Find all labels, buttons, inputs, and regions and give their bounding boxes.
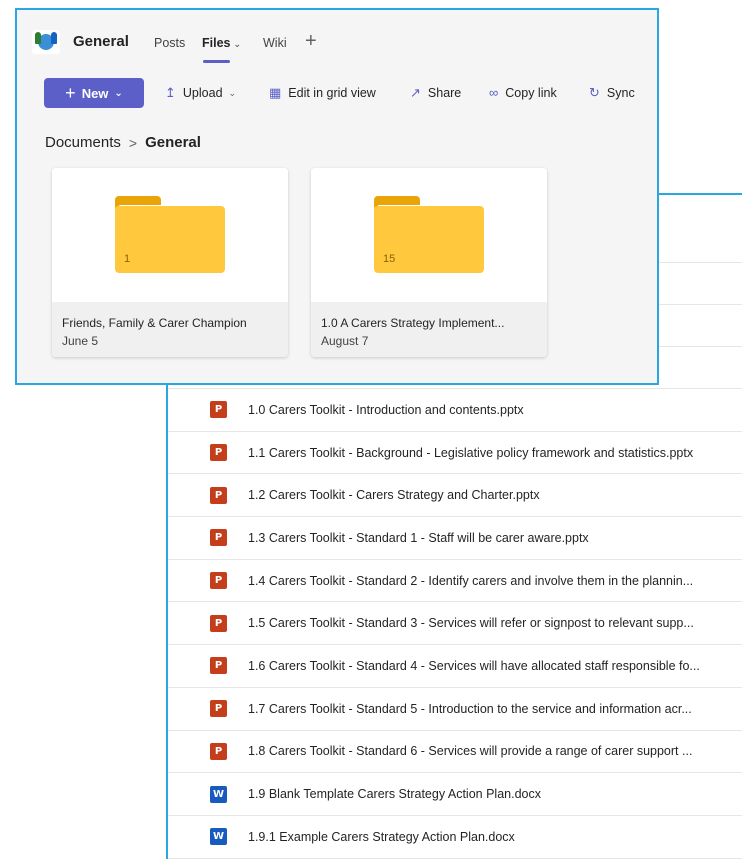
tab-files[interactable]: Files ⌄ — [202, 36, 241, 50]
powerpoint-icon: P — [210, 401, 230, 419]
file-row[interactable]: P 1.2 Carers Toolkit - Carers Strategy an… — [168, 474, 742, 518]
command-bar: + New ⌄ ↥ Upload ⌄ ▦ Edit in grid view ↗… — [17, 78, 657, 110]
breadcrumb-documents[interactable]: Documents — [45, 134, 121, 151]
file-name: 1.5 Carers Toolkit - Standard 3 - Servic… — [248, 616, 694, 631]
folder-name: Friends, Family & Carer Champion — [62, 316, 247, 330]
copy-link-label: Copy link — [505, 85, 557, 100]
file-name: 1.2 Carers Toolkit - Carers Strategy and… — [248, 488, 540, 503]
folder-name: 1.0 A Carers Strategy Implement... — [321, 316, 505, 330]
file-row[interactable]: P 1.8 Carers Toolkit - Standard 6 - Servi… — [168, 731, 742, 774]
file-name: 1.1 Carers Toolkit - Background - Legisl… — [248, 445, 694, 460]
new-button-label: New — [81, 85, 109, 101]
powerpoint-icon: P — [210, 700, 230, 718]
folder-item-count: 1 — [124, 253, 131, 265]
folder-icon: 15 — [374, 196, 484, 273]
upload-label: Upload — [182, 86, 223, 100]
folder-icon: 1 — [115, 196, 225, 273]
sync-icon: ↻ — [589, 85, 600, 100]
upload-button[interactable]: ↥ Upload ⌄ — [165, 85, 236, 101]
edit-grid-view-button[interactable]: ▦ Edit in grid view — [269, 85, 376, 101]
file-row[interactable]: P 1.1 Carers Toolkit - Background - Legis… — [168, 432, 742, 475]
share-label: Share — [427, 86, 462, 100]
grid-icon: ▦ — [269, 85, 282, 100]
powerpoint-icon: P — [210, 742, 230, 760]
powerpoint-icon: P — [210, 486, 230, 504]
breadcrumb: Documents > General — [45, 134, 201, 151]
file-name: 1.9.1 Example Carers Strategy Action Pla… — [248, 829, 515, 844]
word-icon: W — [210, 828, 230, 846]
powerpoint-icon: P — [210, 614, 230, 632]
file-name: 1.6 Carers Toolkit - Standard 4 - Servic… — [248, 658, 700, 673]
chevron-down-icon: ⌄ — [114, 87, 123, 99]
folder-thumbnail: 15 — [311, 168, 547, 302]
chevron-right-icon: > — [128, 134, 138, 151]
channel-panel: General Posts Files ⌄ Wiki + + New ⌄ ↥ Up… — [15, 8, 659, 385]
sync-button[interactable]: ↻ Sync — [589, 85, 635, 101]
file-row[interactable]: P 1.5 Carers Toolkit - Standard 3 - Servi… — [168, 602, 742, 646]
sync-label: Sync — [606, 86, 635, 100]
tab-wiki[interactable]: Wiki — [263, 36, 287, 50]
folder-card[interactable]: 15 1.0 A Carers Strategy Implement... Au… — [311, 168, 547, 357]
chevron-down-icon: ⌄ — [228, 87, 237, 98]
powerpoint-icon: P — [210, 572, 230, 590]
tab-posts[interactable]: Posts — [154, 36, 185, 50]
active-tab-indicator — [203, 60, 230, 63]
folder-thumbnail: 1 — [52, 168, 288, 302]
file-row[interactable]: W 1.9 Blank Template Carers Strategy Acti… — [168, 773, 742, 816]
file-row[interactable]: P 1.4 Carers Toolkit - Standard 2 - Ident… — [168, 560, 742, 603]
powerpoint-icon: P — [210, 444, 230, 462]
file-row[interactable]: P 1.6 Carers Toolkit - Standard 4 - Servi… — [168, 645, 742, 688]
file-name: 1.9 Blank Template Carers Strategy Actio… — [248, 787, 541, 802]
new-button[interactable]: + New ⌄ — [44, 78, 144, 108]
file-row[interactable]: P 1.7 Carers Toolkit - Standard 5 - Intro… — [168, 688, 742, 731]
add-tab-plus-icon[interactable]: + — [305, 30, 317, 53]
file-name: 1.0 Carers Toolkit - Introduction and co… — [248, 402, 524, 417]
channel-header: General Posts Files ⌄ Wiki + — [17, 10, 657, 70]
file-name: 1.4 Carers Toolkit - Standard 2 - Identi… — [248, 573, 694, 588]
share-icon: ↗ — [410, 85, 421, 100]
file-row[interactable]: P 1.0 Carers Toolkit - Introduction and c… — [168, 389, 742, 432]
breadcrumb-current: General — [145, 134, 201, 151]
file-name: 1.8 Carers Toolkit - Standard 6 - Servic… — [248, 744, 693, 759]
share-button[interactable]: ↗ Share — [410, 85, 461, 101]
file-name: 1.3 Carers Toolkit - Standard 1 - Staff … — [248, 530, 589, 545]
channel-name: General — [73, 33, 129, 50]
file-row[interactable]: W 1.9.1 Example Carers Strategy Action Pl… — [168, 816, 742, 859]
upload-icon: ↥ — [165, 85, 176, 100]
folder-date: June 5 — [62, 334, 99, 348]
copy-link-button[interactable]: ∞ Copy link — [489, 85, 557, 100]
tab-files-label: Files — [202, 36, 231, 50]
file-name: 1.7 Carers Toolkit - Standard 5 - Introd… — [248, 701, 692, 716]
word-icon: W — [210, 785, 230, 803]
folder-item-count: 15 — [383, 253, 396, 265]
chevron-down-icon: ⌄ — [233, 39, 242, 49]
plus-icon: + — [65, 83, 76, 103]
edit-grid-label: Edit in grid view — [288, 86, 376, 100]
folder-card[interactable]: 1 Friends, Family & Carer Champion June … — [52, 168, 288, 357]
link-icon: ∞ — [489, 85, 499, 100]
file-row[interactable]: P 1.3 Carers Toolkit - Standard 1 - Staff… — [168, 517, 742, 560]
team-avatar-icon[interactable] — [32, 30, 60, 54]
powerpoint-icon: P — [210, 529, 230, 547]
folder-date: August 7 — [321, 334, 369, 348]
powerpoint-icon: P — [210, 657, 230, 675]
